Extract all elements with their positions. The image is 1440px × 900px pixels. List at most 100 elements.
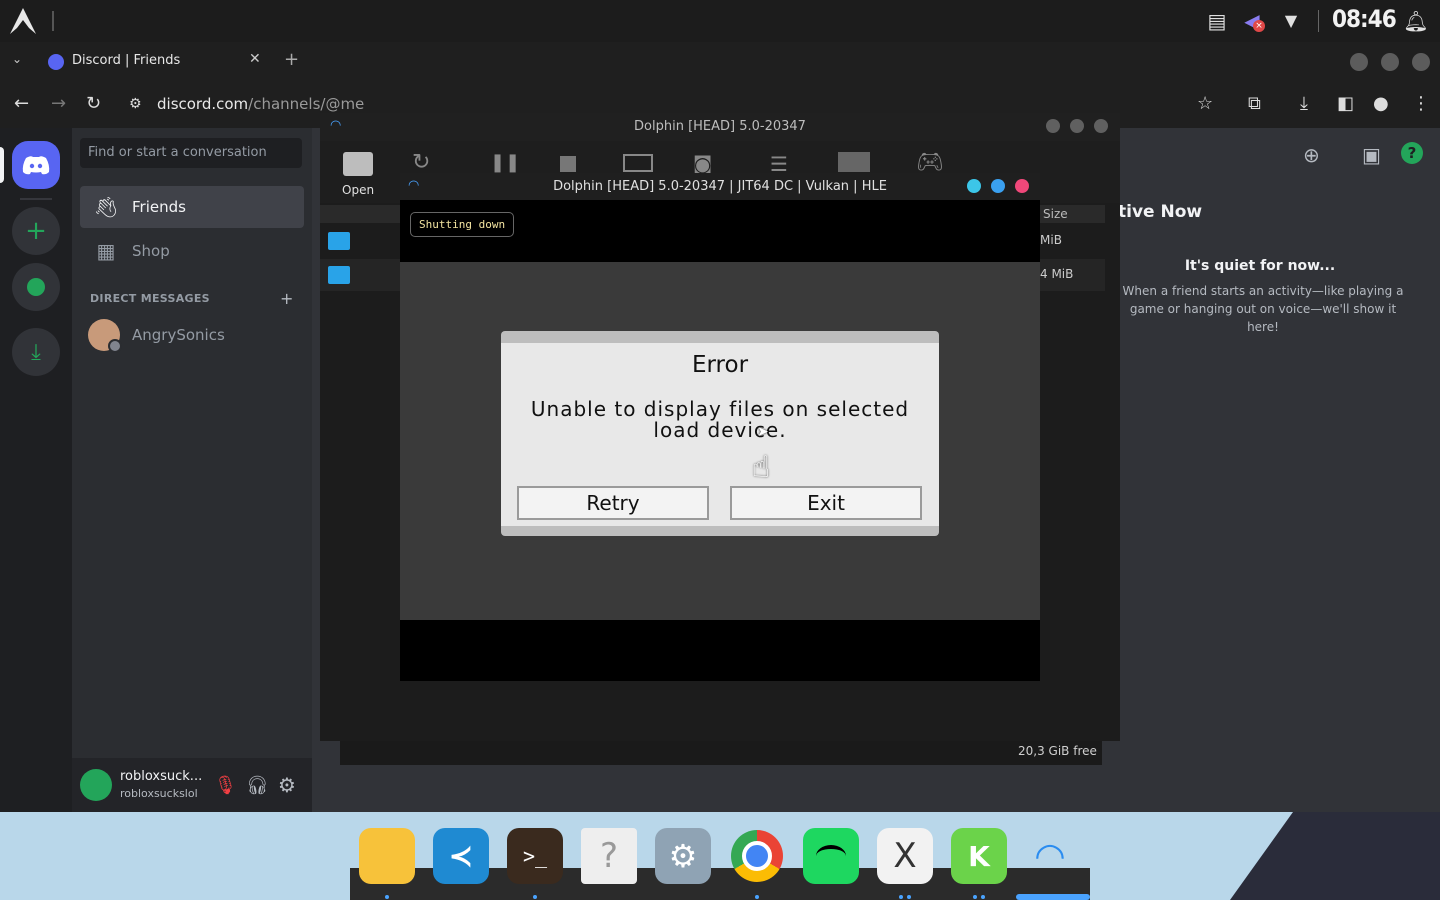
running-indicator (981, 895, 985, 899)
retry-button[interactable]: Retry (517, 486, 709, 520)
graphics-icon[interactable] (838, 152, 870, 172)
dolphin-emulator-icon[interactable]: ◠ (1022, 828, 1078, 884)
find-conversation-button[interactable]: Find or start a conversation (80, 138, 302, 168)
unknown-app-icon[interactable]: ? (581, 828, 637, 884)
reload-icon[interactable]: ↻ (86, 93, 101, 114)
sidebar-item-label: Friends (132, 198, 186, 216)
network-dropdown-icon[interactable]: ▼ (1277, 8, 1305, 34)
wii-game-icon (328, 232, 350, 250)
wii-game-icon (328, 266, 350, 284)
controllers-gamepad-icon[interactable]: 🎮︎ (916, 150, 944, 175)
inbox-icon[interactable]: ▣ (1362, 143, 1381, 167)
shutting-down-toast: Shutting down (410, 212, 515, 237)
sidebar-item-label: Shop (132, 242, 170, 260)
headphones-icon[interactable]: 🎧︎ (246, 775, 269, 796)
active-app-indicator (1016, 894, 1090, 900)
tab-title: Discord | Friends (72, 53, 181, 68)
site-info-icon[interactable]: ⚙ (129, 96, 142, 112)
arch-logo-icon[interactable] (8, 6, 38, 36)
dm-username: AngrySonics (132, 326, 225, 344)
game-size: MiB (1040, 233, 1062, 247)
browser-close-button[interactable] (1412, 53, 1430, 71)
rail-divider (20, 198, 52, 200)
dm-item[interactable]: AngrySonics (80, 314, 304, 356)
running-indicator (907, 895, 911, 899)
new-tab-icon[interactable]: + (284, 49, 299, 70)
running-indicator (385, 895, 389, 899)
avatar[interactable] (80, 769, 112, 801)
notification-bell-icon[interactable]: 🔔︎ (1402, 8, 1430, 34)
side-panel-icon[interactable]: ◧ (1337, 93, 1354, 114)
create-dm-icon[interactable]: + (280, 289, 293, 308)
forward-arrow-icon[interactable]: → (51, 93, 66, 114)
render-maximize-button[interactable] (991, 179, 1005, 193)
render-close-button[interactable] (1015, 179, 1029, 193)
dolphin-maximize-button[interactable] (1070, 119, 1084, 133)
open-button-label[interactable]: Open (342, 183, 374, 197)
back-arrow-icon[interactable]: ← (14, 93, 29, 114)
quiet-description: When a friend starts an activity—like pl… (1122, 284, 1404, 334)
running-indicator (899, 895, 903, 899)
user-username: robloxsuckslol (120, 787, 198, 800)
explore-compass-icon[interactable] (12, 263, 60, 311)
mic-muted-icon[interactable]: 🎙︎ (214, 775, 237, 796)
render-minimize-button[interactable] (967, 179, 981, 193)
chrome-icon[interactable] (729, 828, 785, 884)
dolphin-minimize-button[interactable] (1046, 119, 1060, 133)
render-titlebar[interactable]: Dolphin [HEAD] 5.0-20347 | JIT64 DC | Vu… (400, 173, 1040, 200)
user-settings-gear-icon[interactable]: ⚙ (278, 773, 296, 797)
exit-button[interactable]: Exit (730, 486, 922, 520)
discord-home-icon[interactable] (12, 141, 60, 189)
error-title: Error (691, 352, 749, 378)
pause-icon[interactable]: ❚❚ (490, 152, 520, 173)
kdeconnect-icon[interactable]: K (951, 828, 1007, 884)
mouse-cursor-icon: ➤ (757, 424, 769, 440)
vscode-icon[interactable]: ≺ (433, 828, 489, 884)
browser-maximize-button[interactable] (1381, 53, 1399, 71)
top-bar-separator (52, 11, 54, 31)
dolphin-status-bar (340, 741, 1102, 765)
profile-icon[interactable]: ● (1373, 93, 1389, 114)
wii-pointer-hand-icon: ☝︎ (752, 450, 771, 485)
running-indicator (755, 895, 759, 899)
download-apps-icon[interactable]: ⤓ (12, 328, 60, 376)
dm-section-header: DIRECT MESSAGES (90, 292, 210, 305)
sidebar-item-shop[interactable]: ▦ Shop (80, 230, 304, 272)
settings-icon[interactable]: ⚙ (655, 828, 711, 884)
url-path: /channels/@me (248, 95, 365, 113)
dolphin-logo-icon: ◠ (408, 178, 420, 193)
add-server-icon[interactable]: + (12, 207, 60, 255)
xorg-icon[interactable]: X (877, 828, 933, 884)
address-bar[interactable]: discord.com/channels/@me (157, 95, 364, 113)
active-now-title: tive Now (1118, 202, 1203, 222)
size-column-header[interactable]: Size (1043, 207, 1068, 221)
new-group-dm-icon[interactable]: ⊕ (1303, 143, 1320, 167)
tab-list-chevron-icon[interactable]: ⌄ (12, 52, 22, 66)
tab-close-icon[interactable]: ✕ (249, 51, 261, 67)
browser-minimize-button[interactable] (1350, 53, 1368, 71)
downloads-icon[interactable]: ⤓ (1300, 93, 1308, 114)
fullscreen-icon[interactable] (623, 154, 653, 172)
volume-muted-icon[interactable]: ◀ × (1238, 8, 1266, 34)
quiet-title: It's quiet for now... (1184, 258, 1336, 274)
game-size: 4 MiB (1040, 267, 1074, 281)
discord-favicon-icon (48, 54, 64, 70)
stop-icon[interactable] (560, 156, 576, 172)
spotify-icon[interactable] (803, 828, 859, 884)
selected-pill (0, 147, 4, 183)
extensions-icon[interactable]: ⧉ (1248, 93, 1261, 114)
dolphin-titlebar[interactable]: Dolphin [HEAD] 5.0-20347 (320, 113, 1120, 141)
files-icon[interactable] (359, 828, 415, 884)
open-folder-icon[interactable] (343, 152, 373, 176)
refresh-icon[interactable]: ↻ (412, 150, 430, 175)
sidebar-item-friends[interactable]: 👋︎ Friends (80, 186, 304, 228)
help-icon[interactable]: ? (1401, 142, 1423, 164)
url-domain: discord.com (157, 95, 249, 113)
system-clock[interactable]: 08:46 (1332, 5, 1397, 33)
bookmark-star-icon[interactable]: ☆ (1197, 93, 1213, 114)
terminal-icon[interactable]: >_ (507, 828, 563, 884)
user-display-name[interactable]: robloxsuck... (120, 769, 202, 784)
clipboard-icon[interactable]: ▤ (1203, 8, 1231, 34)
browser-menu-icon[interactable]: ⋮ (1412, 93, 1430, 114)
dolphin-close-button[interactable] (1094, 119, 1108, 133)
